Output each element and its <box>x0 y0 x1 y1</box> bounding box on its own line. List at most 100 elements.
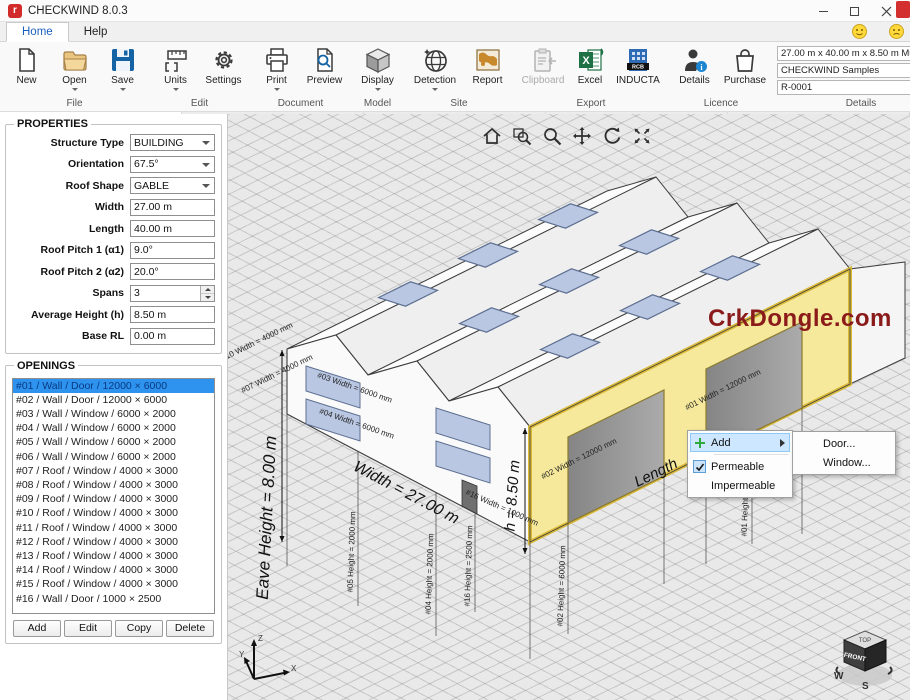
list-item[interactable]: #14 / Roof / Window / 4000 × 3000 <box>13 563 214 577</box>
length-input[interactable] <box>130 220 215 237</box>
list-item[interactable]: #04 / Wall / Window / 6000 × 2000 <box>13 421 214 435</box>
view-cube[interactable]: TOP FRONT W S <box>828 623 902 696</box>
roof-shape-select[interactable]: GABLE <box>130 177 215 194</box>
spinner-buttons[interactable] <box>200 286 214 301</box>
watermark: CrkDongle.com <box>708 305 892 333</box>
group-label-site: Site <box>407 97 511 111</box>
base-rl-input[interactable] <box>130 328 215 345</box>
context-menu-item-permeable[interactable]: Permeable <box>690 457 790 476</box>
list-item[interactable]: #02 / Wall / Door / 12000 × 6000 <box>13 393 214 407</box>
pan-button[interactable] <box>570 124 594 148</box>
svg-text:#05 Height = 2000 mm: #05 Height = 2000 mm <box>346 511 358 593</box>
units-button[interactable]: Units <box>152 44 199 91</box>
svg-text:#16 Height = 2500 mm: #16 Height = 2500 mm <box>463 525 475 607</box>
context-menu-item-add[interactable]: Add <box>690 433 790 452</box>
list-item[interactable]: #15 / Roof / Window / 4000 × 3000 <box>13 577 214 591</box>
smiley-sad-icon[interactable] <box>889 24 904 39</box>
roof-pitch1-label: Roof Pitch 1 (α1) <box>12 244 130 256</box>
print-button[interactable]: Print <box>253 44 300 91</box>
add-button[interactable]: Add <box>13 620 61 637</box>
structure-type-select[interactable]: BUILDING <box>130 134 215 151</box>
context-menu-item-window[interactable]: Window... <box>795 453 893 472</box>
details-project-field[interactable] <box>777 63 910 78</box>
list-item[interactable]: #05 / Wall / Window / 6000 × 2000 <box>13 435 214 449</box>
edit-button[interactable]: Edit <box>64 620 112 637</box>
eave-height-label: Eave Height = 8.00 m <box>253 435 281 600</box>
close-button[interactable] <box>881 6 892 17</box>
orientation-label: Orientation <box>12 158 130 170</box>
openings-list[interactable]: #01 / Wall / Door / 12000 × 6000#02 / Wa… <box>12 378 215 614</box>
spans-stepper[interactable] <box>130 285 215 302</box>
save-button[interactable]: Save <box>99 44 146 91</box>
spin-up-icon <box>205 288 211 291</box>
licence-details-button[interactable]: i Details <box>671 44 718 86</box>
smiley-happy-icon[interactable] <box>852 24 867 39</box>
purchase-button[interactable]: Purchase <box>719 44 771 86</box>
list-item[interactable]: #13 / Roof / Window / 4000 × 3000 <box>13 549 214 563</box>
ribbon-group-edit: Units Settings Edit <box>149 42 250 111</box>
list-item[interactable]: #10 / Roof / Window / 4000 × 3000 <box>13 506 214 520</box>
avg-height-label: Average Height (h) <box>12 309 130 321</box>
axis-x-label: X <box>291 664 297 673</box>
group-label-licence: Licence <box>671 97 771 111</box>
view-toolbar <box>480 124 654 148</box>
dropdown-caret <box>173 88 179 91</box>
list-item[interactable]: #07 / Roof / Window / 4000 × 3000 <box>13 464 214 478</box>
dropdown-caret <box>432 88 438 91</box>
properties-sidebar: PROPERTIES Structure Type BUILDING Orien… <box>0 114 228 700</box>
list-item[interactable]: #03 / Wall / Window / 6000 × 2000 <box>13 407 214 421</box>
group-label-edit: Edit <box>152 97 247 111</box>
list-item[interactable]: #08 / Roof / Window / 4000 × 3000 <box>13 478 214 492</box>
width-input[interactable] <box>130 199 215 216</box>
zoom-window-button[interactable] <box>510 124 534 148</box>
zoom-button[interactable] <box>540 124 564 148</box>
rotate-view-button[interactable] <box>600 124 624 148</box>
openings-title: OPENINGS <box>14 360 78 372</box>
settings-button[interactable]: Settings <box>200 44 247 86</box>
group-label-file: File <box>3 97 146 111</box>
length-label: Length <box>12 223 130 235</box>
list-item[interactable]: #09 / Roof / Window / 4000 × 3000 <box>13 492 214 506</box>
tab-help[interactable]: Help <box>69 23 123 41</box>
details-building-field[interactable] <box>777 46 910 61</box>
roof-pitch1-input[interactable] <box>130 242 215 259</box>
ribbon-group-document: Print Preview Document <box>250 42 351 111</box>
context-menu-item-impermeable[interactable]: Impermeable <box>690 476 790 495</box>
detection-button[interactable]: Detection <box>407 44 463 91</box>
roof-pitch2-input[interactable] <box>130 263 215 280</box>
model-viewport[interactable]: Eave Height = 8.00 m Width = 27.00 m h =… <box>228 114 910 700</box>
list-item[interactable]: #11 / Roof / Window / 4000 × 3000 <box>13 521 214 535</box>
open-button[interactable]: Open <box>51 44 98 91</box>
report-button[interactable]: Report <box>464 44 511 86</box>
submenu-arrow-icon <box>780 439 785 447</box>
list-item[interactable]: #01 / Wall / Door / 12000 × 6000 <box>13 379 214 393</box>
excel-button[interactable]: X Excel <box>570 44 610 86</box>
context-menu-item-door[interactable]: Door... <box>795 434 893 453</box>
maximize-button[interactable] <box>850 7 859 16</box>
zoom-fit-button[interactable] <box>630 124 654 148</box>
delete-button[interactable]: Delete <box>166 620 214 637</box>
list-item[interactable]: #16 / Wall / Door / 1000 × 2500 <box>13 592 214 606</box>
minimize-button[interactable] <box>819 11 828 12</box>
check-icon <box>693 460 706 473</box>
menu-bar: Home Help <box>0 22 910 42</box>
details-ref-field[interactable] <box>777 80 910 95</box>
list-item[interactable]: #12 / Roof / Window / 4000 × 3000 <box>13 535 214 549</box>
tab-home[interactable]: Home <box>6 22 69 42</box>
shopping-bag-icon <box>731 46 759 74</box>
display-button[interactable]: Display <box>354 44 401 91</box>
orientation-select[interactable]: 67.5° <box>130 156 215 173</box>
inducta-button[interactable]: RCB INDUCTA <box>611 44 665 86</box>
list-item[interactable]: #06 / Wall / Window / 6000 × 2000 <box>13 450 214 464</box>
ribbon-group-details: Details <box>774 42 910 111</box>
home-view-button[interactable] <box>480 124 504 148</box>
dropdown-caret <box>375 88 381 91</box>
avg-height-input[interactable] <box>130 306 215 323</box>
new-button[interactable]: New <box>3 44 50 86</box>
openings-groupbox: OPENINGS #01 / Wall / Door / 12000 × 600… <box>5 360 222 644</box>
chevron-down-icon <box>202 163 210 167</box>
globe-icon <box>421 46 449 74</box>
preview-button[interactable]: Preview <box>301 44 348 86</box>
plus-icon <box>694 437 706 449</box>
copy-button[interactable]: Copy <box>115 620 163 637</box>
